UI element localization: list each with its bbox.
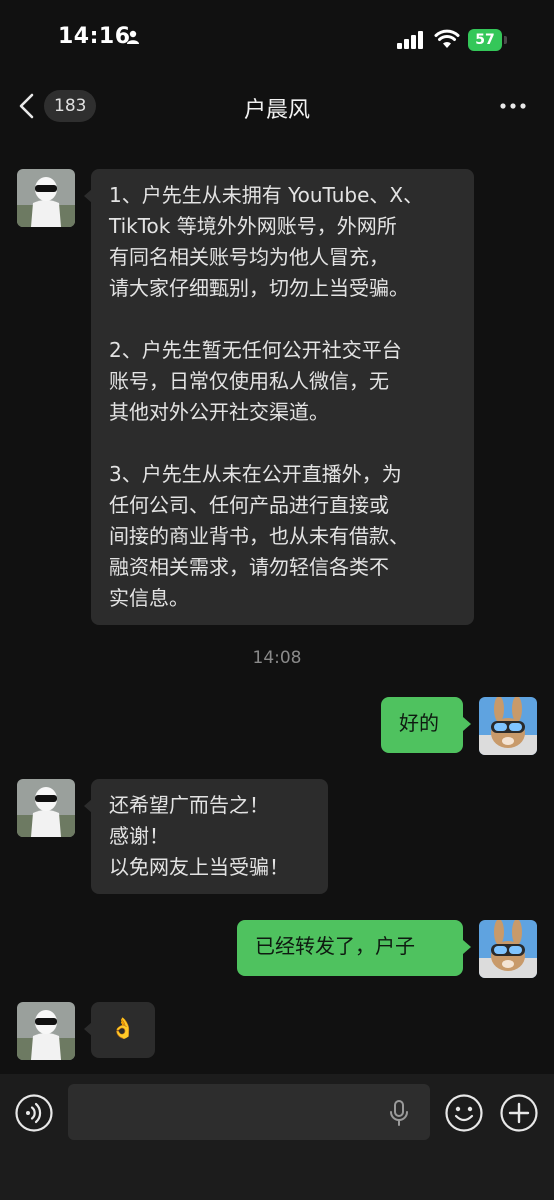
status-time: 14:16 [58,24,131,49]
battery-indicator: 57 [468,29,508,51]
battery-percentage: 57 [475,32,495,48]
message-bubble-incoming[interactable]: 还希望广而告之！ 感谢！ 以免网友上当受骗！ [91,779,328,894]
rabbit-goggles-avatar-icon [479,920,537,978]
chat-title: 户晨风 [243,98,310,123]
voice-input-icon[interactable] [14,1093,54,1133]
microphone-icon[interactable] [388,1100,410,1126]
helmet-driver-avatar-icon [17,1002,75,1060]
rabbit-goggles-avatar-icon [479,697,537,755]
more-options-icon[interactable] [498,100,528,112]
contact-avatar[interactable] [17,779,75,837]
message-bubble-outgoing[interactable]: 已经转发了，户子 [237,920,463,976]
my-avatar[interactable] [479,920,537,978]
message-timestamp: 14:08 [252,648,302,668]
message-bubble-incoming[interactable]: 1、户先生从未拥有 YouTube、X、 TikTok 等境外外网账号，外网所 … [91,169,474,625]
person-icon [127,30,139,44]
helmet-driver-avatar-icon [17,779,75,837]
message-input[interactable] [68,1084,430,1140]
contact-avatar[interactable] [17,169,75,227]
message-bubble-incoming[interactable]: 👌 [91,1002,155,1058]
add-attachment-icon[interactable] [499,1093,539,1133]
contact-avatar[interactable] [17,1002,75,1060]
helmet-driver-avatar-icon [17,169,75,227]
emoji-icon[interactable] [444,1093,484,1133]
cellular-signal-icon [397,31,423,49]
message-bubble-outgoing[interactable]: 好的 [381,697,463,753]
my-avatar[interactable] [479,697,537,755]
wifi-icon [434,29,460,48]
